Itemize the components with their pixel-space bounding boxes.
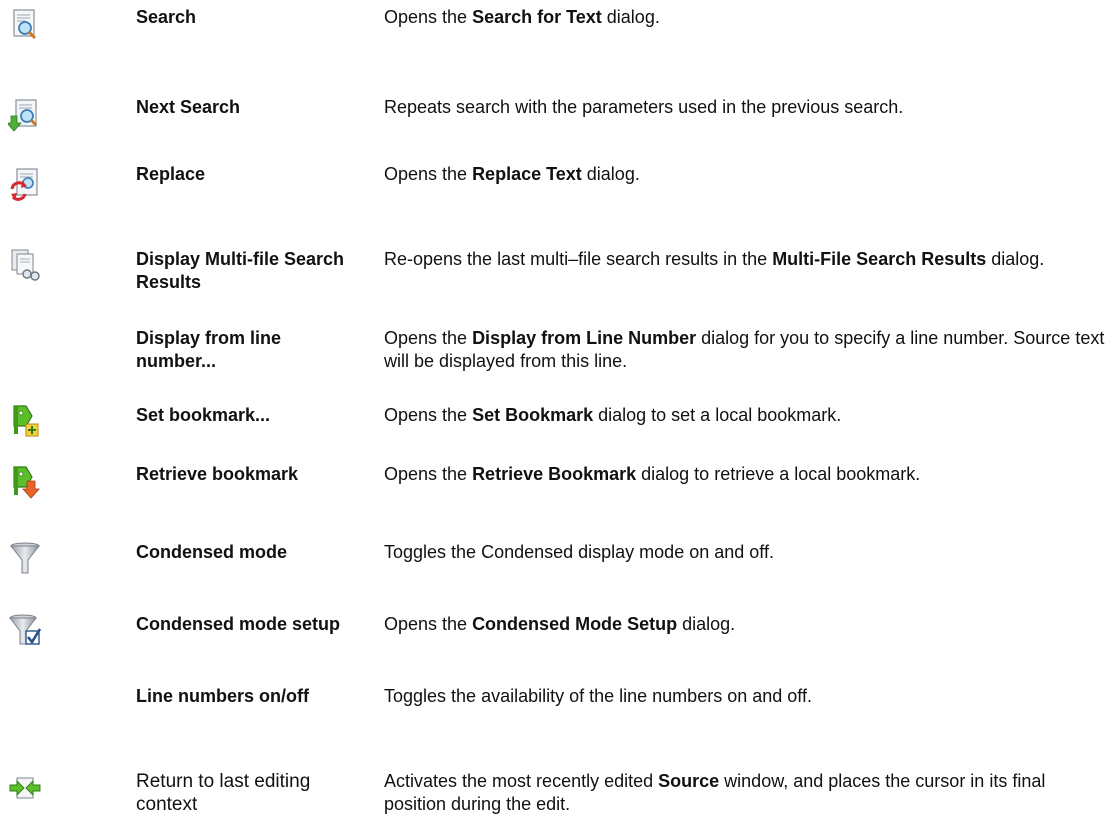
- funnel-icon[interactable]: [8, 541, 42, 575]
- description-text: Opens the: [384, 164, 473, 184]
- description-text: Opens the: [384, 614, 473, 634]
- command-description: Activates the most recently edited Sourc…: [384, 770, 1106, 816]
- description-text: dialog.: [986, 249, 1045, 269]
- description-text: Opens the: [384, 405, 473, 425]
- command-description: Opens the Replace Text dialog.: [384, 163, 1106, 186]
- command-description: Toggles the Condensed display mode on an…: [384, 541, 1106, 564]
- command-name: Condensed mode: [136, 542, 288, 562]
- multi-file-search-results-icon[interactable]: [8, 248, 42, 282]
- command-description: Opens the Display from Line Number dialo…: [384, 327, 1106, 373]
- dialog-name: Replace Text: [472, 164, 582, 184]
- dialog-name: Multi-File Search Results: [772, 249, 987, 269]
- retrieve-bookmark-icon[interactable]: [8, 465, 42, 499]
- command-description: Opens the Condensed Mode Setup dialog.: [384, 613, 1106, 636]
- command-name: Search: [136, 7, 197, 27]
- command-name: Set bookmark...: [136, 405, 271, 425]
- command-description: Toggles the availability of the line num…: [384, 685, 1106, 708]
- command-name: Display Multi-file Search Results: [136, 249, 345, 292]
- command-name: Line numbers on/off: [136, 686, 309, 706]
- description-text: Activates the most recently edited: [384, 771, 659, 791]
- description-text: Opens the: [384, 328, 473, 348]
- command-name: Retrieve bookmark: [136, 464, 299, 484]
- description-text: Toggles the Condensed display mode on an…: [384, 542, 774, 562]
- description-text: dialog.: [581, 164, 640, 184]
- dialog-name: Condensed Mode Setup: [472, 614, 678, 634]
- command-name: Next Search: [136, 97, 241, 117]
- command-description: Opens the Retrieve Bookmark dialog to re…: [384, 463, 1106, 486]
- description-text: dialog.: [601, 7, 660, 27]
- description-text: Opens the: [384, 464, 473, 484]
- return-to-context-icon[interactable]: [8, 772, 42, 806]
- description-text: dialog to set a local bookmark.: [593, 405, 842, 425]
- set-bookmark-icon[interactable]: [8, 404, 42, 438]
- command-name: Display from line number...: [136, 328, 282, 371]
- dialog-name: Set Bookmark: [472, 405, 594, 425]
- dialog-name: Source: [658, 771, 720, 791]
- funnel-check-icon[interactable]: [8, 613, 42, 647]
- command-description: Opens the Set Bookmark dialog to set a l…: [384, 404, 1106, 427]
- command-name: Return to last editing context: [136, 771, 311, 815]
- dialog-name: Search for Text: [472, 7, 602, 27]
- next-search-icon[interactable]: [8, 98, 42, 132]
- search-document-icon[interactable]: [8, 8, 42, 42]
- description-text: dialog.: [677, 614, 736, 634]
- description-text: dialog to retrieve a local bookmark.: [636, 464, 921, 484]
- command-description: Repeats search with the parameters used …: [384, 96, 1106, 119]
- description-text: Toggles the availability of the line num…: [384, 686, 812, 706]
- replace-icon[interactable]: [8, 167, 42, 201]
- description-text: Repeats search with the parameters used …: [384, 97, 904, 117]
- description-text: Re-opens the last multi–file search resu…: [384, 249, 773, 269]
- description-text: Opens the: [384, 7, 473, 27]
- command-description: Re-opens the last multi–file search resu…: [384, 248, 1106, 271]
- dialog-name: Retrieve Bookmark: [472, 464, 637, 484]
- command-description: Opens the Search for Text dialog.: [384, 6, 1106, 29]
- command-name: Replace: [136, 164, 206, 184]
- dialog-name: Display from Line Number: [472, 328, 697, 348]
- command-name: Condensed mode setup: [136, 614, 341, 634]
